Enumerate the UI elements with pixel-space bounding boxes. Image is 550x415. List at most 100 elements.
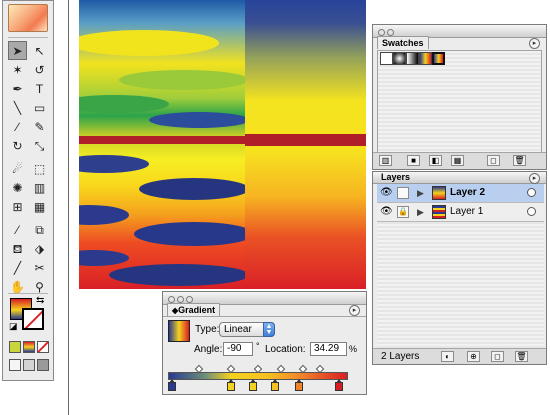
- delete-swatch-icon[interactable]: 🗑: [513, 155, 526, 166]
- lock-icon[interactable]: 🔒: [397, 206, 409, 218]
- app-logo-icon[interactable]: [8, 4, 48, 32]
- artboard-canvas[interactable]: [79, 0, 366, 289]
- gradient-stop[interactable]: [295, 379, 304, 391]
- gradient-stop[interactable]: [271, 379, 280, 391]
- rotate-tool-icon[interactable]: ↻: [8, 136, 27, 155]
- live-paint-bucket-tool-icon[interactable]: ⛾: [8, 239, 27, 258]
- lock-toggle-icon[interactable]: [397, 187, 409, 199]
- show-pattern-swatches-icon[interactable]: ▦: [451, 155, 464, 166]
- live-paint-selection-tool-icon[interactable]: ⬗: [30, 239, 49, 258]
- layer-row-1[interactable]: 👁 🔒 ▶ Layer 1: [377, 203, 544, 222]
- blend-tool-icon[interactable]: ⧉: [30, 220, 49, 239]
- swatch-rainbow-gradient[interactable]: [419, 52, 432, 65]
- new-swatch-icon[interactable]: ◻: [487, 155, 500, 166]
- close-icon[interactable]: [378, 29, 385, 36]
- location-unit: %: [349, 344, 358, 354]
- direct-selection-tool-icon[interactable]: ↖: [30, 41, 49, 60]
- tab-gradient[interactable]: ◆Gradient: [167, 303, 221, 316]
- gradient-type-value: Linear: [224, 324, 252, 335]
- warp-tool-icon[interactable]: ☄: [8, 159, 27, 178]
- layer-row-2[interactable]: 👁 ▶ Layer 2: [377, 184, 544, 203]
- artwork-blob: [134, 222, 254, 246]
- full-screen-mode-icon[interactable]: [37, 359, 49, 371]
- swap-fill-stroke-icon[interactable]: ⇆: [36, 295, 44, 306]
- gradient-tool-icon[interactable]: ▦: [30, 197, 49, 216]
- tab-layers[interactable]: Layers: [377, 171, 414, 184]
- panel-menu-icon[interactable]: ▸: [529, 173, 540, 184]
- stroke-color-box[interactable]: [22, 308, 44, 330]
- pen-tool-icon[interactable]: ✒: [8, 79, 27, 98]
- artwork-blob: [109, 264, 249, 286]
- paintbrush-tool-icon[interactable]: ∕: [8, 117, 27, 136]
- gradient-stop[interactable]: [168, 379, 176, 391]
- rectangle-tool-icon[interactable]: ▭: [30, 98, 49, 117]
- expand-triangle-icon[interactable]: ▶: [417, 207, 424, 218]
- zoom-icon[interactable]: [186, 296, 193, 303]
- symbol-sprayer-tool-icon[interactable]: ✺: [8, 178, 27, 197]
- eyedropper-tool-icon[interactable]: ⁄: [8, 220, 27, 239]
- column-graph-tool-icon[interactable]: ▥: [30, 178, 49, 197]
- swatch-none[interactable]: [380, 52, 393, 65]
- layer-name[interactable]: Layer 1: [450, 206, 483, 217]
- show-gradient-swatches-icon[interactable]: ◧: [429, 155, 442, 166]
- tab-gradient-label: Gradient: [178, 305, 216, 315]
- gradient-stop[interactable]: [334, 379, 343, 391]
- artwork-blob: [79, 155, 149, 173]
- magic-wand-tool-icon[interactable]: ✶: [8, 60, 27, 79]
- layer-target-icon[interactable]: [527, 207, 536, 216]
- tab-swatches[interactable]: Swatches: [377, 36, 429, 49]
- artwork-stripe: [79, 136, 245, 144]
- layer-target-icon[interactable]: [527, 188, 536, 197]
- pencil-tool-icon[interactable]: ✎: [30, 117, 49, 136]
- none-mode-icon[interactable]: [37, 341, 49, 353]
- make-clipping-mask-icon[interactable]: ◐: [441, 351, 454, 362]
- swatch-libraries-icon[interactable]: ▥: [379, 155, 392, 166]
- swatch-selected-gradient[interactable]: [432, 52, 445, 65]
- close-icon[interactable]: [168, 296, 175, 303]
- full-screen-menu-mode-icon[interactable]: [23, 359, 35, 371]
- gradient-slider-bar[interactable]: [168, 372, 348, 380]
- gradient-type-select[interactable]: Linear ▲ ▼: [219, 322, 275, 337]
- expand-triangle-icon[interactable]: ▶: [417, 188, 424, 199]
- new-layer-icon[interactable]: ◻: [491, 351, 504, 362]
- visibility-eye-icon[interactable]: 👁: [380, 188, 393, 198]
- gradient-stop[interactable]: [248, 379, 257, 391]
- panel-menu-icon[interactable]: ▸: [349, 305, 360, 316]
- gradient-preview-swatch[interactable]: [168, 320, 190, 342]
- angle-unit: °: [256, 341, 260, 351]
- gradient-panel: ◆Gradient ▸ Type: Linear ▲ ▼ Angle: -90 °…: [162, 291, 367, 395]
- free-transform-tool-icon[interactable]: ⬚: [30, 159, 49, 178]
- gradient-mode-icon[interactable]: [23, 341, 35, 353]
- gradient-stop[interactable]: [226, 379, 235, 391]
- minimize-icon[interactable]: [387, 29, 394, 36]
- lasso-tool-icon[interactable]: ↺: [30, 60, 49, 79]
- scale-tool-icon[interactable]: ⤡: [30, 136, 49, 155]
- show-color-swatches-icon[interactable]: ■: [407, 155, 420, 166]
- select-arrows-icon: ▲ ▼: [263, 322, 275, 337]
- scissors-tool-icon[interactable]: ✂: [30, 258, 49, 277]
- slice-tool-icon[interactable]: ╱: [8, 258, 27, 277]
- mesh-tool-icon[interactable]: ⊞: [8, 197, 27, 216]
- layers-toolbar: 2 Layers ◐ ⊕ ◻ 🗑: [373, 348, 546, 364]
- location-input[interactable]: 34.29: [310, 342, 347, 356]
- swatch-radial-gradient[interactable]: [393, 52, 406, 65]
- artwork-blob: [149, 112, 249, 128]
- swatch-linear-gradient[interactable]: [406, 52, 419, 65]
- window-divider: [68, 0, 69, 415]
- delete-layer-icon[interactable]: 🗑: [515, 351, 528, 362]
- angle-input[interactable]: -90: [223, 342, 253, 356]
- layer-name[interactable]: Layer 2: [450, 187, 485, 198]
- type-label: Type:: [195, 324, 220, 335]
- artwork-stripe: [245, 134, 366, 146]
- normal-screen-mode-icon[interactable]: [9, 359, 21, 371]
- line-segment-tool-icon[interactable]: ╲: [8, 98, 27, 117]
- color-mode-icon[interactable]: [9, 341, 21, 353]
- minimize-icon[interactable]: [177, 296, 184, 303]
- default-fill-stroke-icon[interactable]: ◪: [9, 321, 18, 332]
- visibility-eye-icon[interactable]: 👁: [380, 207, 393, 217]
- type-tool-icon[interactable]: T: [30, 79, 49, 98]
- new-sublayer-icon[interactable]: ⊕: [467, 351, 480, 362]
- selection-tool-icon[interactable]: ➤: [8, 41, 27, 60]
- artwork-blob: [139, 178, 249, 200]
- panel-menu-icon[interactable]: ▸: [529, 38, 540, 49]
